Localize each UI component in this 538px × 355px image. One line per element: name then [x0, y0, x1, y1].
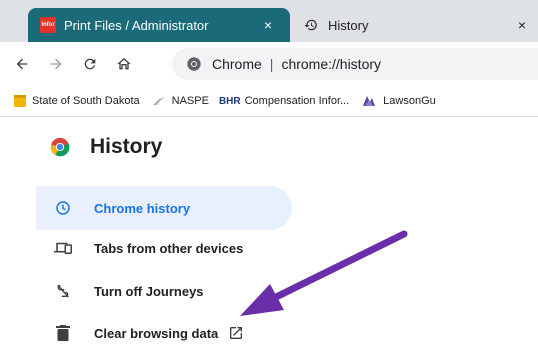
- clock-icon: [52, 200, 74, 216]
- bookmark-label: State of South Dakota: [32, 95, 140, 107]
- bookmark-state-of-south-dakota[interactable]: State of South Dakota: [14, 94, 140, 108]
- tab-history[interactable]: History ×: [290, 8, 538, 42]
- home-icon: [117, 58, 131, 70]
- menu-item-label: Clear browsing data: [94, 325, 219, 341]
- reload-icon: [84, 58, 96, 70]
- bookmark-lawsongu[interactable]: LawsonGu: [361, 94, 436, 108]
- menu-item-tabs-from-other-devices[interactable]: Tabs from other devices: [36, 226, 292, 270]
- tab-title: History: [328, 17, 369, 33]
- menu-item-label: Chrome history: [94, 200, 191, 216]
- chrome-logo-icon: [186, 56, 202, 72]
- history-icon: [304, 18, 318, 32]
- bird-icon: [152, 95, 166, 107]
- url-text: chrome://history: [281, 56, 382, 72]
- address-bar[interactable]: Chrome | chrome://history: [172, 48, 538, 80]
- menu-item-chrome-history[interactable]: Chrome history: [36, 186, 292, 230]
- home-button[interactable]: [110, 50, 138, 78]
- menu-item-label: Tabs from other devices: [94, 240, 244, 256]
- menu-item-turn-off-journeys[interactable]: Turn off Journeys: [36, 269, 292, 313]
- lawson-icon: [361, 94, 377, 108]
- infor-icon: infor: [40, 17, 56, 33]
- forward-arrow-icon: [50, 58, 62, 70]
- close-icon[interactable]: ×: [510, 17, 534, 33]
- devices-icon: [52, 241, 74, 255]
- tab-print-files[interactable]: infor Print Files / Administrator ×: [28, 8, 290, 42]
- chrome-logo-icon: [50, 137, 70, 157]
- bookmark-label: LawsonGu: [383, 95, 436, 107]
- menu-item-clear-browsing-data[interactable]: Clear browsing data: [36, 311, 292, 355]
- bookmark-compensation[interactable]: BHR Compensation Infor...: [219, 95, 349, 107]
- toolbar: Chrome | chrome://history: [0, 42, 538, 86]
- history-page: History Chrome history Tabs from other d…: [0, 117, 538, 354]
- tab-title: Print Files / Administrator: [64, 17, 209, 33]
- close-icon[interactable]: ×: [256, 17, 280, 33]
- back-button[interactable]: [8, 50, 36, 78]
- back-arrow-icon: [16, 58, 28, 70]
- bookmark-naspe[interactable]: NASPE: [152, 95, 209, 107]
- reload-button[interactable]: [76, 50, 104, 78]
- journeys-off-icon: [52, 283, 74, 299]
- page-title: History: [90, 135, 163, 158]
- bhr-icon: BHR: [218, 95, 241, 107]
- tab-strip: infor Print Files / Administrator × Hist…: [0, 0, 538, 42]
- omnibox-separator: |: [269, 56, 274, 72]
- forward-button[interactable]: [42, 50, 70, 78]
- bookmark-label: Compensation Infor...: [244, 95, 350, 107]
- trash-icon: [52, 325, 74, 341]
- menu-item-label: Turn off Journeys: [94, 283, 204, 299]
- folder-icon: [14, 94, 26, 108]
- page-header: History: [50, 135, 162, 159]
- bookmark-label: NASPE: [171, 95, 209, 107]
- omnibox-chrome-label: Chrome: [212, 56, 262, 72]
- open-in-new-icon: [228, 325, 244, 341]
- bookmarks-bar: State of South Dakota NASPE BHR Compensa…: [0, 86, 538, 117]
